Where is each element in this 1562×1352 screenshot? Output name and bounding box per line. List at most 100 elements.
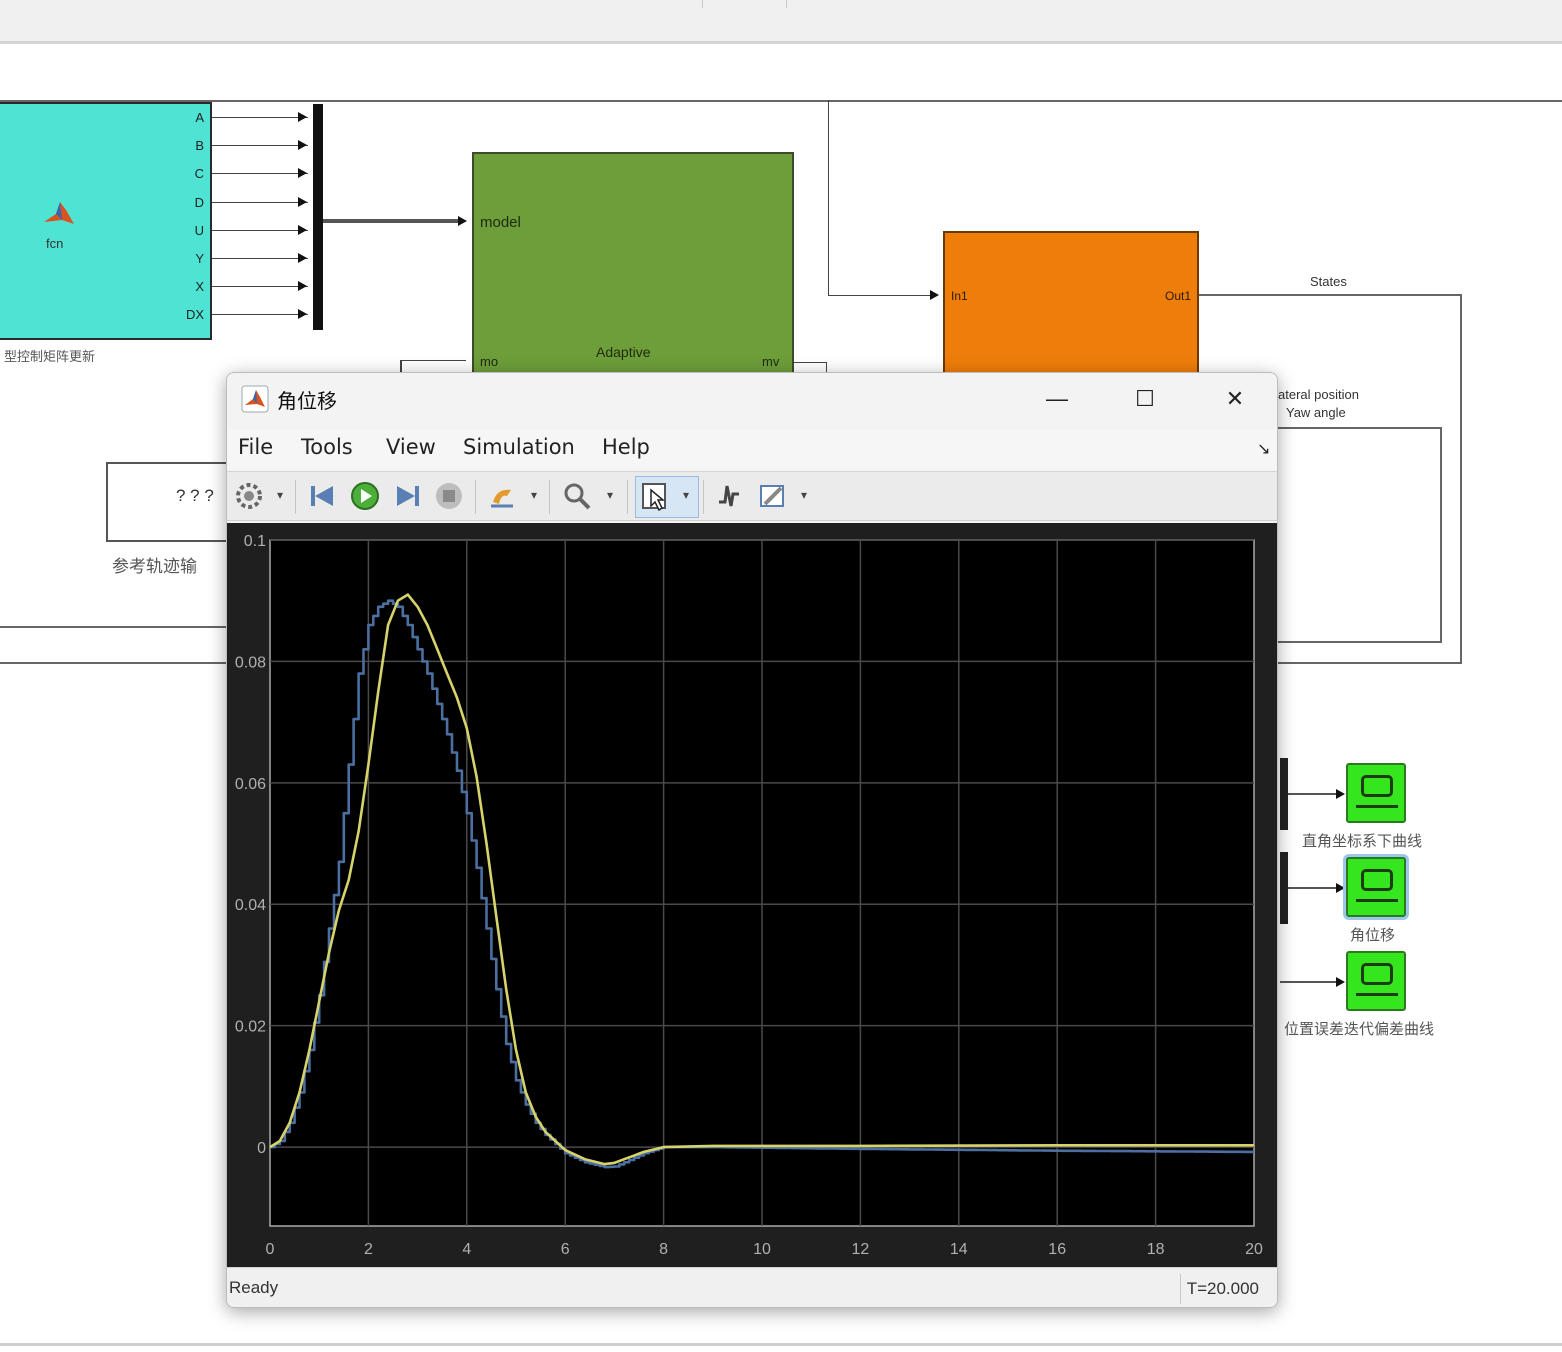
toolbar-separator <box>475 480 476 514</box>
menu-tools[interactable]: Tools <box>301 435 353 459</box>
arrowhead <box>298 281 307 291</box>
demux-block[interactable] <box>1280 852 1288 924</box>
cursor-icon[interactable] <box>639 480 671 512</box>
editor-toolbar-strip <box>0 0 1562 44</box>
signal-line <box>794 362 826 363</box>
subsystem-frame-right <box>1460 294 1462 664</box>
title-bar[interactable]: 角位移 — ☐ ✕ <box>227 373 1277 425</box>
scope-base <box>1356 805 1398 808</box>
toolbar-separator <box>549 480 550 514</box>
menu-simulation[interactable]: Simulation <box>463 435 575 459</box>
triggers-icon[interactable] <box>713 480 745 512</box>
highlight-dropdown-arrow[interactable]: ▾ <box>531 488 537 502</box>
signal-line <box>1288 793 1340 795</box>
output-frame <box>1278 427 1442 643</box>
signal-line <box>212 230 308 231</box>
demux-block[interactable] <box>1280 758 1288 830</box>
window-title: 角位移 <box>277 389 337 413</box>
scope-block-angle[interactable] <box>1346 857 1406 917</box>
x-tick-label: 14 <box>950 1241 968 1258</box>
zoom-dropdown-arrow[interactable]: ▾ <box>607 488 613 502</box>
scope-icon <box>1361 869 1393 891</box>
x-tick-label: 8 <box>659 1241 668 1258</box>
adaptive-title: Adaptive <box>596 344 651 360</box>
matlab-function-icon <box>44 202 74 224</box>
matlab-icon <box>241 385 269 413</box>
y-tick-label: 0 <box>257 1140 266 1157</box>
scope-caption-cartesian: 直角坐标系下曲线 <box>1302 832 1423 850</box>
fcn-port-c: C <box>194 166 204 181</box>
stop-icon[interactable] <box>433 480 465 512</box>
toolbar-divider <box>786 0 787 8</box>
x-tick-label: 10 <box>753 1241 771 1258</box>
x-tick-label: 16 <box>1048 1241 1066 1258</box>
signal-line <box>212 202 308 203</box>
plant-output-out1: Out1 <box>1164 289 1191 303</box>
arrowhead <box>298 197 307 207</box>
x-tick-label: 6 <box>561 1241 570 1258</box>
arrowhead <box>298 309 307 319</box>
fcn-block[interactable]: fcn A B C D U Y X DX <box>0 102 212 340</box>
x-tick-labels: 0 2 4 6 8 10 12 14 16 18 20 <box>266 1241 1263 1258</box>
adaptive-mpc-block[interactable]: model mo Adaptive mv <box>472 152 794 382</box>
zoom-icon[interactable] <box>561 480 593 512</box>
scope-block-error[interactable] <box>1346 951 1406 1011</box>
step-back-icon[interactable] <box>307 480 339 512</box>
run-icon[interactable] <box>349 480 381 512</box>
adaptive-input-mo: mo <box>480 354 499 369</box>
arrowhead <box>458 216 467 226</box>
fcn-port-b: B <box>195 138 204 153</box>
x-tick-label: 20 <box>1245 1241 1263 1258</box>
plant-block[interactable]: In1 Out1 <box>943 231 1199 381</box>
menu-help[interactable]: Help <box>602 435 650 459</box>
signal-line <box>212 145 308 146</box>
states-line <box>1199 294 1461 296</box>
style-icon[interactable] <box>757 480 789 512</box>
highlight-icon[interactable] <box>487 480 519 512</box>
arrowhead <box>298 168 307 178</box>
maximize-button[interactable]: ☐ <box>1123 381 1167 417</box>
menu-file[interactable]: File <box>238 435 273 459</box>
menu-view[interactable]: View <box>386 435 436 459</box>
fcn-port-u: U <box>194 223 204 238</box>
fcn-caption: 型控制矩阵更新 <box>4 350 96 365</box>
y-tick-label: 0.02 <box>235 1019 266 1036</box>
subsystem-frame-top <box>0 100 1562 102</box>
scope-base <box>1356 993 1398 996</box>
scope-window[interactable]: 角位移 — ☐ ✕ File Tools View Simulation Hel… <box>226 372 1278 1308</box>
y-tick-label: 0.04 <box>235 897 266 914</box>
reference-block-text: ? ? ? <box>176 486 214 505</box>
settings-dropdown-arrow[interactable]: ▾ <box>277 488 283 502</box>
plot-area[interactable]: 0 2 4 6 8 10 12 14 16 18 20 0 0.02 0.04 0.06 0.08 0.1 <box>227 523 1278 1267</box>
fcn-port-x: X <box>195 279 204 294</box>
step-forward-icon[interactable] <box>391 480 423 512</box>
arrowhead <box>298 140 307 150</box>
fcn-label: fcn <box>46 236 64 251</box>
signal-line <box>212 173 308 174</box>
fcn-port-a: A <box>195 110 204 125</box>
toolbar-divider <box>702 0 703 8</box>
canvas-bottom-border <box>0 1343 1562 1346</box>
undock-icon[interactable]: ↘ <box>1257 439 1270 458</box>
fcn-port-y: Y <box>195 251 204 266</box>
toolbar-separator <box>295 480 296 514</box>
signal-line <box>212 117 308 118</box>
toolbar: ▾ ▾ ▾ ▾ ▾ <box>227 471 1277 521</box>
arrowhead <box>298 253 307 263</box>
y-tick-label: 0.08 <box>235 654 266 671</box>
reference-trajectory-block[interactable]: ? ? ? <box>106 462 236 542</box>
scope-block-cartesian[interactable] <box>1346 763 1406 823</box>
cursor-dropdown-arrow[interactable]: ▾ <box>683 488 689 502</box>
close-button[interactable]: ✕ <box>1213 381 1257 417</box>
feedback-line <box>828 295 934 296</box>
mux-block[interactable] <box>313 104 323 330</box>
style-dropdown-arrow[interactable]: ▾ <box>801 488 807 502</box>
minimize-button[interactable]: — <box>1035 381 1079 417</box>
angle-displacement-chart[interactable]: 0 2 4 6 8 10 12 14 16 18 20 0 0.02 0.04 0.06 0.08 0.1 <box>227 523 1278 1267</box>
signal-line <box>212 258 308 259</box>
arrowhead <box>1336 977 1345 987</box>
settings-icon[interactable] <box>233 480 265 512</box>
scope-icon <box>1361 775 1393 797</box>
y-tick-label: 0.1 <box>244 533 266 550</box>
adaptive-input-model: model <box>480 214 521 231</box>
